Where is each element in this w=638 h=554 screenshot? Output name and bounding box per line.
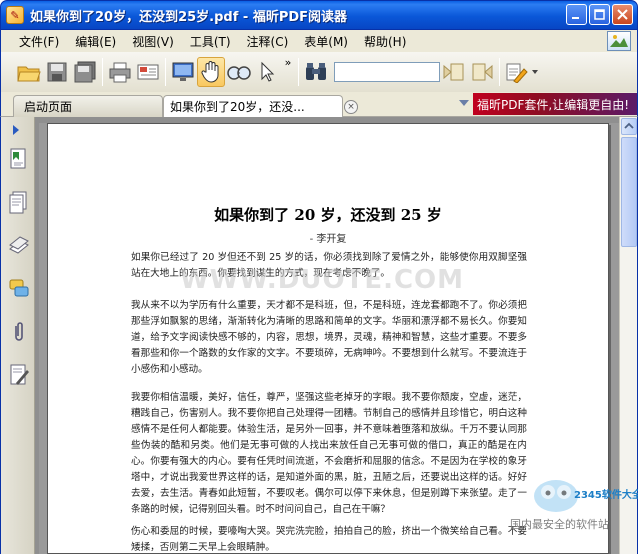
attachments-panel-button[interactable] [8,320,30,344]
email-icon [137,64,159,80]
close-tab-icon[interactable]: × [344,100,358,114]
app-icon: ✎ [6,6,24,24]
paragraph: 伤心和委屈的时候，要嚎啕大哭。哭完洗完脸，拍拍自己的脸，挤出一个微笑给自己看。不… [131,526,527,553]
scroll-thumb[interactable] [621,137,637,247]
tab-bar: 启动页面 如果你到了20岁，还没... × 福昕PDF套件,让编辑更自由! [0,92,638,117]
toolbar-separator [499,58,500,86]
site-brand: 2345软件大全 [574,490,638,501]
menu-comments[interactable]: 注释(C) [239,33,297,50]
select-tool-button[interactable] [253,57,281,87]
open-button[interactable] [15,57,43,87]
paragraph: 我从来不以为学历有什么重要，天才都不是科班，但，不是科班，连龙套都跑不了。你必须… [131,300,527,375]
open-folder-icon [17,66,41,82]
tab-document-label: 如果你到了20岁，还没... [170,100,305,114]
hand-tool-icon [201,61,219,83]
save-icon [47,62,67,82]
menu-help[interactable]: 帮助(H) [356,33,414,50]
tab-list-dropdown-icon[interactable] [459,100,469,106]
document-title: 如果你到了 20 岁，还没到 25 岁 [214,206,442,224]
save-all-icon [74,61,96,83]
minimize-button[interactable] [566,4,587,25]
menu-bar: 文件(F) 编辑(E) 视图(V) 工具(T) 注释(C) 表单(M) 帮助(H… [0,30,638,52]
site-watermark: WWW.DUOTE.COM [180,265,465,295]
toolbar-separator [165,58,166,86]
pages-icon [9,191,27,214]
paragraph: 我要你相信温暖，美好，信任，尊严，坚强这些老掉牙的字眼。我不要你颓废，空虚，迷茫… [131,392,527,515]
hand-tool-button[interactable] [197,57,225,87]
email-button[interactable] [134,57,162,87]
window-title: 如果你到了20岁，还没到25岁.pdf - 福昕PDF阅读器 [30,9,348,25]
select-tool-icon [261,61,275,82]
picture-icon [610,35,628,47]
site-slogan: 国内最安全的软件站 [510,518,609,531]
layers-icon [9,236,29,254]
pages-panel-button[interactable] [8,191,30,215]
menu-view[interactable]: 视图(V) [124,33,182,50]
close-icon [617,9,628,20]
zoom-tool-button[interactable] [225,57,253,87]
save-button[interactable] [43,57,71,87]
toolbar-overflow-button[interactable]: » [281,57,295,87]
minimize-icon [572,17,579,19]
fullscreen-icon [172,62,194,81]
tab-start-page[interactable]: 启动页面 [13,95,163,117]
document-author: - 李开复 [309,234,347,245]
highlight-dropdown-icon[interactable] [532,70,538,74]
comments-panel-button[interactable] [8,277,30,301]
bookmarks-icon [10,148,26,169]
promo-banner[interactable]: 福昕PDF套件,让编辑更自由! [473,93,637,115]
menu-edit[interactable]: 编辑(E) [67,33,124,50]
menu-file[interactable]: 文件(F) [11,33,67,50]
close-button[interactable] [612,4,633,25]
print-button[interactable] [106,57,134,87]
tab-document[interactable]: 如果你到了20岁，还没... × [163,95,358,117]
find-button[interactable] [302,57,330,87]
chevron-right-icon: » [284,56,292,69]
window-controls [566,4,633,25]
tab-start-page-label: 启动页面 [24,100,73,114]
prev-result-icon [443,63,464,81]
toolbar-separator [298,58,299,86]
prev-result-button[interactable] [440,57,468,87]
next-result-button[interactable] [468,57,496,87]
expand-sidebar-icon[interactable] [13,125,19,135]
signature-panel-button[interactable] [8,363,30,387]
comments-icon [9,279,29,297]
highlight-button[interactable] [503,57,531,87]
maximize-icon [594,9,605,20]
attachments-icon [15,322,23,341]
binoculars-icon [306,63,326,80]
print-icon [109,62,131,83]
next-result-icon [472,63,493,81]
fullscreen-button[interactable] [169,57,197,87]
navigation-sidebar [1,117,35,554]
chevron-up-icon [624,122,634,129]
signature-icon [10,364,29,385]
toolbar: » [0,52,638,92]
toolbar-separator [102,58,103,86]
title-bar[interactable]: ✎ 如果你到了20岁，还没到25岁.pdf - 福昕PDF阅读器 [0,0,638,30]
bookmarks-panel-button[interactable] [8,147,30,171]
maximize-button[interactable] [589,4,610,25]
layers-panel-button[interactable] [8,235,30,259]
highlight-icon [506,63,528,83]
image-icon[interactable] [607,31,631,51]
search-input[interactable] [334,62,440,82]
scroll-up-button[interactable] [621,118,637,135]
save-all-button[interactable] [71,57,99,87]
zoom-tool-icon [227,66,251,80]
menu-forms[interactable]: 表单(M) [296,33,356,50]
menu-tools[interactable]: 工具(T) [182,33,239,50]
